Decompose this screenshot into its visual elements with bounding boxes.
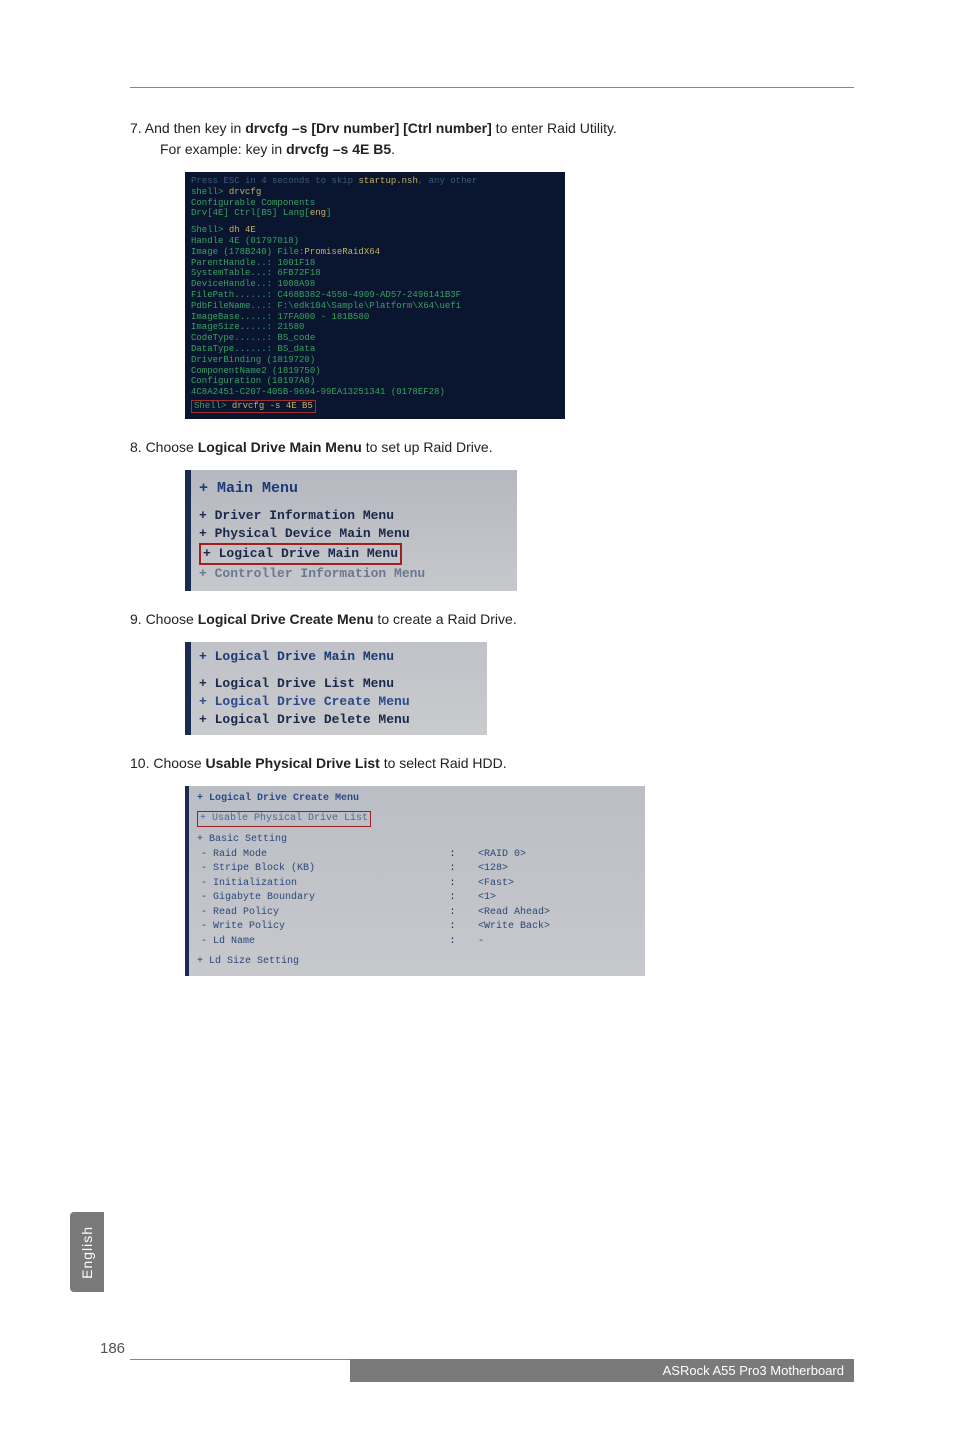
row-label: - Stripe Block (KB) bbox=[197, 862, 446, 877]
step8-text-b: Logical Drive Main Menu bbox=[198, 439, 362, 455]
side-label: English bbox=[79, 1226, 95, 1279]
term-l16: DriverBinding (1819720) bbox=[191, 355, 315, 365]
step7-text-d: For example: key in bbox=[160, 141, 286, 157]
menu3-item-list: + Logical Drive List Menu bbox=[199, 675, 479, 693]
term-l15: DataType......: BS_data bbox=[191, 344, 315, 354]
screenshot-terminal: Press ESC in 4 seconds to skip startup.n… bbox=[185, 172, 565, 419]
menu2-item-driver-info: + Driver Information Menu bbox=[199, 507, 509, 525]
menu4-title: + Logical Drive Create Menu bbox=[197, 792, 637, 807]
row-label: - Ld Name bbox=[197, 935, 446, 950]
table-row: - Write Policy:<Write Back> bbox=[197, 920, 637, 935]
term-l8: SystemTable...: 6FB72F18 bbox=[191, 268, 321, 278]
menu4-selected-highlight: + Usable Physical Drive List bbox=[197, 811, 371, 828]
menu3-item-delete: + Logical Drive Delete Menu bbox=[199, 711, 479, 729]
row-value: <RAID 0> bbox=[474, 848, 637, 863]
term-l6a: Image (178B240) File: bbox=[191, 247, 304, 257]
term-l1a: shell> bbox=[191, 187, 229, 197]
row-value: <1> bbox=[474, 891, 637, 906]
step7-text-a: 7. And then key in bbox=[130, 120, 245, 136]
step9-text-c: to create a Raid Drive. bbox=[374, 611, 517, 627]
menu4-basic-setting: + Basic Setting bbox=[197, 833, 637, 848]
term-l4b: dh 4E bbox=[229, 225, 256, 235]
term-l0c: , any other bbox=[418, 176, 477, 186]
step9-text-a: 9. Choose bbox=[130, 611, 198, 627]
step-9: 9. Choose Logical Drive Create Menu to c… bbox=[130, 609, 854, 630]
row-value: <Read Ahead> bbox=[474, 906, 637, 921]
screenshot-physical-drive-menu: + Logical Drive Create Menu + Usable Phy… bbox=[185, 786, 645, 976]
term-l2: Configurable Components bbox=[191, 198, 315, 208]
term-l12: ImageBase.....: 17FA000 - 181B580 bbox=[191, 312, 369, 322]
term-l14: CodeType......: BS_code bbox=[191, 333, 315, 343]
term-l19: 4C8A2451-C207-405B-9694-99EA13251341 (01… bbox=[191, 387, 445, 397]
step7-text-b: drvcfg –s [Drv number] [Ctrl number] bbox=[245, 120, 492, 136]
term-l3c: ] bbox=[326, 208, 331, 218]
row-value: - bbox=[474, 935, 637, 950]
term-l5: Handle 4E (01797018) bbox=[191, 236, 299, 246]
menu2-item-controller: + Controller Information Menu bbox=[199, 565, 509, 583]
step10-text-c: to select Raid HDD. bbox=[380, 755, 507, 771]
step10-text-b: Usable Physical Drive List bbox=[206, 755, 380, 771]
screenshot-main-menu: + Main Menu + Driver Information Menu + … bbox=[185, 470, 517, 592]
row-value: <128> bbox=[474, 862, 637, 877]
term-l7: ParentHandle..: 1001F18 bbox=[191, 258, 315, 268]
term-l20b: drvcfg -s 4E B5 bbox=[232, 401, 313, 411]
row-label: - Gigabyte Boundary bbox=[197, 891, 446, 906]
table-row: - Read Policy:<Read Ahead> bbox=[197, 906, 637, 921]
step7-text-f: . bbox=[391, 141, 395, 157]
row-label: - Write Policy bbox=[197, 920, 446, 935]
table-row: - Raid Mode:<RAID 0> bbox=[197, 848, 637, 863]
footer-text: ASRock A55 Pro3 Motherboard bbox=[350, 1359, 854, 1382]
menu4-ld-size: + Ld Size Setting bbox=[197, 955, 637, 970]
menu2-item-logical-highlight: + Logical Drive Main Menu bbox=[199, 543, 402, 565]
step-8: 8. Choose Logical Drive Main Menu to set… bbox=[130, 437, 854, 458]
term-l20a: Shell> bbox=[194, 401, 232, 411]
menu2-title: + Main Menu bbox=[199, 478, 509, 499]
term-l3a: Drv[4E] Ctrl[B5] Lang[ bbox=[191, 208, 310, 218]
table-row: - Ld Name:- bbox=[197, 935, 637, 950]
step8-text-a: 8. Choose bbox=[130, 439, 198, 455]
step9-text-b: Logical Drive Create Menu bbox=[198, 611, 374, 627]
side-language-tab: English bbox=[70, 1212, 104, 1292]
term-l4a: Shell> bbox=[191, 225, 229, 235]
step-10: 10. Choose Usable Physical Drive List to… bbox=[130, 753, 854, 774]
row-label: - Raid Mode bbox=[197, 848, 446, 863]
term-l18: Configuration (18197A8) bbox=[191, 376, 315, 386]
screenshot-logical-drive-menu: + Logical Drive Main Menu + Logical Driv… bbox=[185, 642, 487, 735]
term-l6b: PromiseRaidX64 bbox=[304, 247, 380, 257]
step8-text-c: to set up Raid Drive. bbox=[362, 439, 493, 455]
term-l9: DeviceHandle..: 1008A98 bbox=[191, 279, 315, 289]
table-row: - Gigabyte Boundary:<1> bbox=[197, 891, 637, 906]
menu4-settings-table: - Raid Mode:<RAID 0> - Stripe Block (KB)… bbox=[197, 848, 637, 950]
top-rule bbox=[130, 87, 854, 88]
page-footer: 186 ASRock A55 Pro3 Motherboard bbox=[100, 1340, 854, 1382]
term-l13: ImageSize.....: 21580 bbox=[191, 322, 304, 332]
step7-text-e: drvcfg –s 4E B5 bbox=[286, 141, 391, 157]
menu3-title: + Logical Drive Main Menu bbox=[199, 648, 479, 666]
term-highlight-box: Shell> drvcfg -s 4E B5 bbox=[191, 400, 316, 413]
page-number: 186 bbox=[100, 1340, 125, 1357]
term-l17: ComponentName2 (1819750) bbox=[191, 366, 321, 376]
term-l0b: startup.nsh bbox=[358, 176, 417, 186]
term-l11: PdbFileName...: F:\edk104\Sample\Platfor… bbox=[191, 301, 461, 311]
row-label: - Initialization bbox=[197, 877, 446, 892]
menu2-item-physical: + Physical Device Main Menu bbox=[199, 525, 509, 543]
menu3-item-create: + Logical Drive Create Menu bbox=[199, 693, 479, 711]
row-label: - Read Policy bbox=[197, 906, 446, 921]
step-7: 7. And then key in drvcfg –s [Drv number… bbox=[130, 118, 854, 160]
term-l3b: eng bbox=[310, 208, 326, 218]
table-row: - Initialization:<Fast> bbox=[197, 877, 637, 892]
row-value: <Fast> bbox=[474, 877, 637, 892]
row-value: <Write Back> bbox=[474, 920, 637, 935]
term-l0a: Press ESC in 4 seconds to skip bbox=[191, 176, 358, 186]
table-row: - Stripe Block (KB):<128> bbox=[197, 862, 637, 877]
step10-text-a: 10. Choose bbox=[130, 755, 206, 771]
step7-text-c: to enter Raid Utility. bbox=[492, 120, 617, 136]
term-l1b: drvcfg bbox=[229, 187, 261, 197]
term-l10: FilePath......: C468B382-4550-4909-AD57-… bbox=[191, 290, 461, 300]
